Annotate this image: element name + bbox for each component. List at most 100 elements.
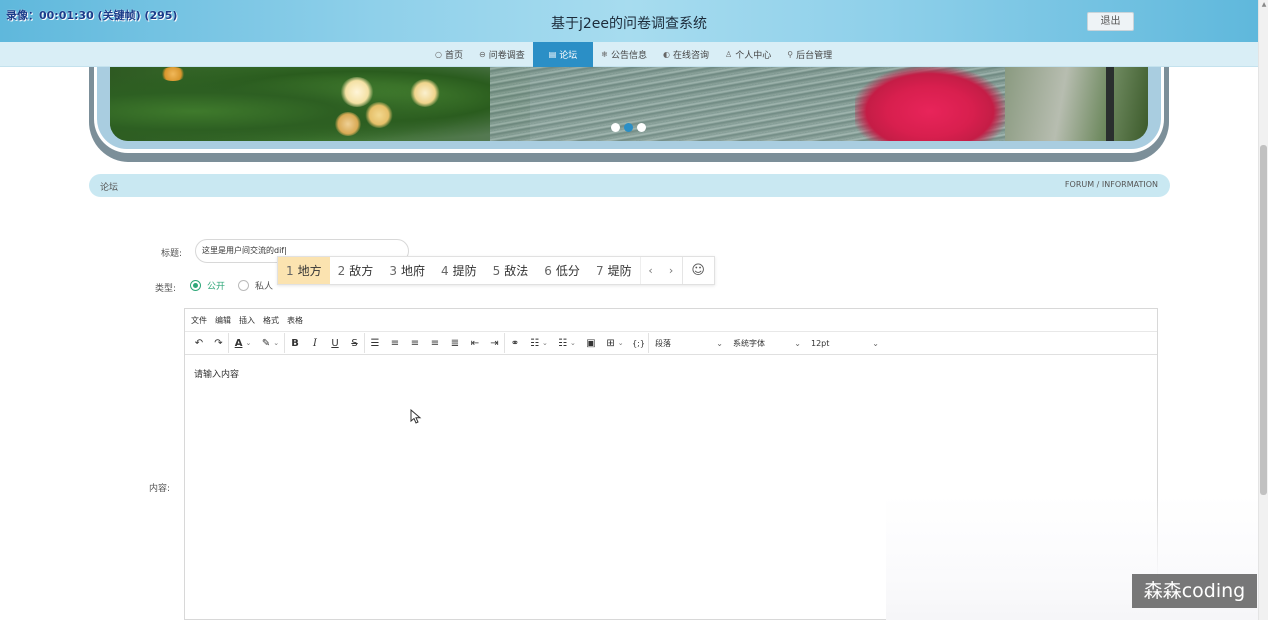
ime-prev-icon[interactable]: ‹: [639, 257, 661, 284]
ime-candidate-number: 1: [286, 263, 294, 278]
ime-candidate[interactable]: 6 低分: [536, 257, 588, 284]
page-scrollbar[interactable]: ▲: [1258, 0, 1268, 620]
chevron-down-icon: ⌄: [716, 338, 723, 348]
font-size-value: 12pt: [811, 338, 830, 348]
content-label: 内容:: [148, 484, 170, 494]
page: 录像：00:01:30 (关键帧) (295) 基于j2ee的问卷调查系统 退出…: [0, 0, 1268, 620]
ime-candidate-popup: 1 地方 2 敌方 3 地府 4 提防 5 敌法 6 低分 7 堤防 ‹ › ☺: [277, 256, 715, 285]
menu-format[interactable]: 格式: [263, 315, 279, 326]
align-justify-icon[interactable]: ≣: [445, 333, 465, 353]
nav-item-label: 首页: [444, 51, 463, 61]
radio-label: 公开: [207, 282, 226, 292]
font-size-select[interactable]: 12pt ⌄: [805, 333, 883, 353]
carousel-dot-2[interactable]: [624, 123, 633, 132]
type-radio-private[interactable]: 私人: [238, 279, 273, 292]
outdent-icon[interactable]: ⇤: [465, 333, 485, 353]
indent-icon[interactable]: ⇥: [485, 333, 505, 353]
block-format-select[interactable]: 段落 ⌄: [649, 333, 727, 353]
nav-item-label: 后台管理: [796, 51, 833, 61]
ime-candidate[interactable]: 3 地府: [381, 257, 433, 284]
block-format-value: 段落: [655, 338, 671, 348]
site-title: 基于j2ee的问卷调查系统: [550, 16, 708, 32]
menu-file[interactable]: 文件: [191, 315, 207, 326]
bold-icon[interactable]: B: [285, 333, 305, 353]
chat-icon: ◐: [663, 50, 670, 59]
banner-lamp-post: [1106, 67, 1114, 141]
nav-item-label: 公告信息: [611, 51, 648, 61]
logout-button[interactable]: 退出: [1087, 12, 1134, 31]
nav-item-home[interactable]: ○ 首页: [427, 42, 471, 67]
editor-menubar: 文件 编辑 插入 格式 表格: [185, 309, 1157, 332]
text-color-icon[interactable]: A ⌄: [229, 333, 257, 353]
ime-candidate[interactable]: 2 敌方: [330, 257, 382, 284]
redo-icon[interactable]: ↷: [209, 333, 229, 353]
nav-item-consult[interactable]: ◐ 在线咨询: [655, 42, 717, 67]
carousel-dots: [611, 123, 646, 132]
home-icon: ○: [435, 50, 442, 59]
bullet-list-icon[interactable]: ☷ ⌄: [525, 333, 553, 353]
font-family-select[interactable]: 系统字体 ⌄: [727, 333, 805, 353]
link-icon: ⚲: [787, 50, 794, 59]
ime-candidate-text: 地方: [297, 264, 322, 278]
ime-candidate[interactable]: 1 地方: [278, 257, 330, 284]
ime-next-icon[interactable]: ›: [661, 257, 682, 284]
align-right-icon[interactable]: ≡: [425, 333, 445, 353]
snowflake-icon: ❄: [601, 50, 608, 59]
radio-circle: [238, 280, 249, 291]
line-height-icon[interactable]: ☰: [365, 333, 385, 353]
highlight-color-icon[interactable]: ✎ ⌄: [257, 333, 285, 353]
title-label: 标题:: [160, 249, 182, 259]
image-icon[interactable]: ▣: [581, 333, 601, 353]
watermark: 森森coding: [1132, 574, 1257, 608]
align-center-icon[interactable]: ≡: [405, 333, 425, 353]
nav-item-label: 问卷调查: [488, 51, 525, 61]
scroll-up-icon[interactable]: ▲: [1259, 0, 1268, 10]
nav-item-announcements[interactable]: ❄ 公告信息: [593, 42, 655, 67]
menu-table[interactable]: 表格: [287, 315, 303, 326]
scroll-thumb[interactable]: [1260, 145, 1267, 495]
editor-toolbar: ↶ ↷ A ⌄ ✎ ⌄ B I U S ☰ ≡ ≡ ≡ ≣ ⇤ ⇥ ⚭ ☷ ⌄ ☷ ⌄ …: [185, 332, 1157, 355]
nav-item-profile[interactable]: ♙ 个人中心: [717, 42, 779, 67]
nav-item-label: 在线咨询: [673, 51, 710, 61]
ime-candidate-number: 5: [492, 263, 501, 278]
table-icon[interactable]: ⊞ ⌄: [601, 333, 629, 353]
numbered-list-icon[interactable]: ☷ ⌄: [553, 333, 581, 353]
italic-icon[interactable]: I: [305, 333, 325, 353]
menu-insert[interactable]: 插入: [239, 315, 255, 326]
link-icon[interactable]: ⚭: [505, 333, 525, 353]
nav-item-admin[interactable]: ⚲ 后台管理: [779, 42, 840, 67]
type-radio-public[interactable]: 公开: [190, 279, 225, 292]
ime-candidate-text: 地府: [400, 264, 425, 278]
align-left-icon[interactable]: ≡: [385, 333, 405, 353]
ime-candidate[interactable]: 7 堤防: [588, 257, 640, 284]
ime-candidate-number: 4: [440, 263, 449, 278]
ime-candidate-number: 6: [544, 263, 552, 278]
ime-candidate-text: 敌法: [504, 264, 529, 278]
user-icon: ♙: [725, 50, 733, 59]
nav-item-survey[interactable]: ⊖ 问卷调查: [471, 42, 533, 67]
emoji-icon[interactable]: ☺: [681, 257, 714, 284]
ime-candidate[interactable]: 4 提防: [433, 257, 485, 284]
banner-path: [1005, 67, 1148, 141]
strikethrough-icon[interactable]: S: [345, 333, 365, 353]
ime-candidate[interactable]: 5 敌法: [485, 257, 537, 284]
banner-flower: [340, 77, 374, 107]
ime-candidate-number: 3: [389, 263, 397, 278]
ime-candidate-number: 2: [337, 263, 346, 278]
section-bar: 论坛 FORUM / INFORMATION: [89, 174, 1170, 197]
survey-icon: ⊖: [479, 50, 486, 59]
chevron-down-icon: ⌄: [872, 338, 879, 348]
carousel-dot-3[interactable]: [637, 123, 646, 132]
menu-edit[interactable]: 编辑: [215, 315, 231, 326]
carousel-dot-1[interactable]: [611, 123, 620, 132]
forum-icon: ▤: [548, 50, 557, 59]
ime-candidate-text: 敌方: [349, 264, 374, 278]
font-family-value: 系统字体: [733, 338, 765, 348]
banner-flower: [160, 67, 186, 81]
radio-circle: [190, 280, 201, 291]
undo-icon[interactable]: ↶: [189, 333, 209, 353]
code-icon[interactable]: {;}: [629, 333, 649, 353]
editor-placeholder: 请输入内容: [194, 370, 240, 380]
underline-icon[interactable]: U: [325, 333, 345, 353]
nav-item-forum[interactable]: ▤ 论坛: [532, 42, 594, 67]
